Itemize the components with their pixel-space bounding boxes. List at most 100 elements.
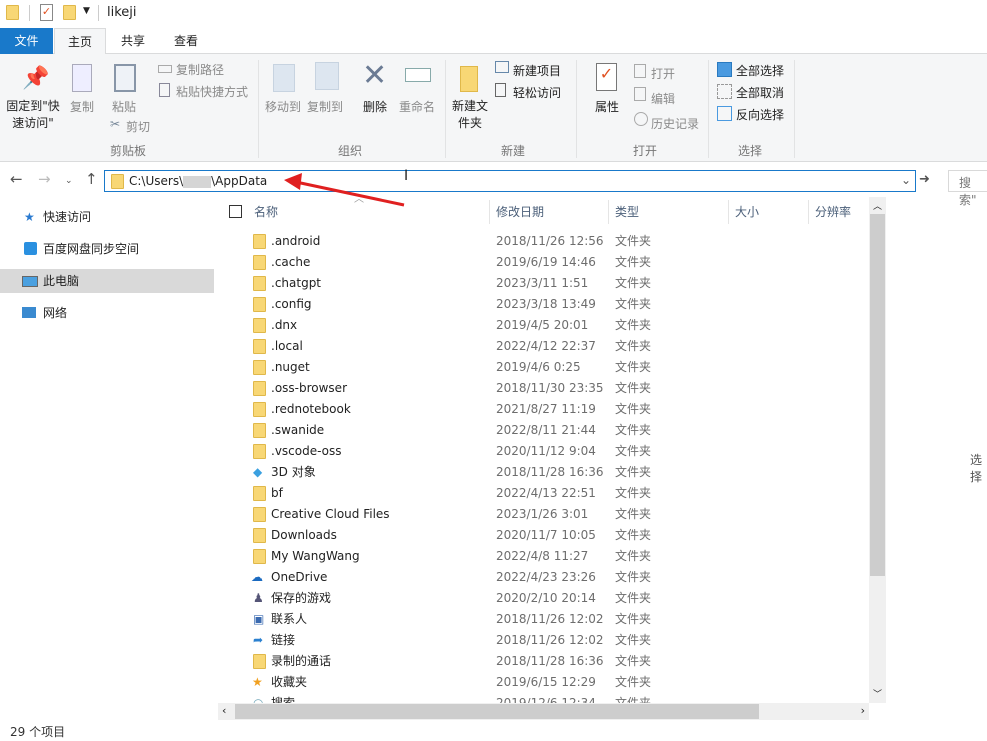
folder-icon	[253, 399, 269, 420]
scroll-left-button[interactable]: ‹	[222, 704, 226, 717]
scroll-up-button[interactable]: ︿	[873, 199, 882, 212]
paste-button[interactable]: 粘贴	[112, 98, 136, 115]
qat-dropdown-icon[interactable]: ▼	[83, 6, 90, 16]
link-icon: ➦	[253, 633, 264, 647]
file-type: 文件夹	[615, 402, 652, 416]
properties-qat-icon[interactable]: ✓	[40, 4, 53, 21]
horizontal-scrollbar[interactable]: ‹ ›	[218, 703, 869, 720]
file-type: 文件夹	[615, 318, 652, 332]
column-header-type[interactable]: 类型	[609, 200, 729, 224]
folder-icon	[253, 378, 269, 399]
cut-button[interactable]: 剪切	[126, 118, 150, 135]
sidebar-item-network[interactable]: 网络	[0, 301, 214, 325]
file-row[interactable]: 录制的通话 2018/11/28 16:36 文件夹	[218, 651, 869, 672]
horizontal-scroll-thumb[interactable]	[235, 704, 759, 719]
select-all-button[interactable]: 全部选择	[736, 62, 784, 79]
vertical-scroll-thumb[interactable]	[870, 214, 885, 576]
scroll-down-button[interactable]: ﹀	[873, 687, 882, 700]
baidu-netdisk-icon	[24, 242, 37, 255]
sidebar-item-this-pc[interactable]: 此电脑	[0, 269, 214, 293]
file-row[interactable]: .swanide 2022/8/11 21:44 文件夹	[218, 420, 869, 441]
file-name: OneDrive	[271, 570, 328, 584]
select-none-button[interactable]: 全部取消	[736, 84, 784, 101]
address-bar[interactable]: C:\Users\ \AppData ⌄	[104, 170, 916, 192]
delete-button[interactable]: 删除	[363, 98, 387, 115]
properties-icon: ✓	[596, 63, 617, 91]
file-row[interactable]: .rednotebook 2021/8/27 11:19 文件夹	[218, 399, 869, 420]
file-row[interactable]: .chatgpt 2023/3/11 1:51 文件夹	[218, 273, 869, 294]
pin-quick-access-button[interactable]: 固定到"快速访问"	[4, 98, 62, 132]
copy-button[interactable]: 复制	[70, 98, 94, 115]
file-row[interactable]: My WangWang 2022/4/8 11:27 文件夹	[218, 546, 869, 567]
file-row[interactable]: .config 2023/3/18 13:49 文件夹	[218, 294, 869, 315]
file-row[interactable]: .nuget 2019/4/6 0:25 文件夹	[218, 357, 869, 378]
search-input[interactable]: 搜索"	[948, 170, 987, 207]
up-button[interactable]: ↑	[85, 170, 98, 188]
file-row[interactable]: ◆ 3D 对象 2018/11/28 16:36 文件夹	[218, 462, 869, 483]
invert-selection-button[interactable]: 反向选择	[736, 106, 784, 123]
move-to-button[interactable]: 移动到	[265, 98, 301, 115]
copy-path-button[interactable]: 复制路径	[176, 61, 224, 78]
file-type: 文件夹	[615, 381, 652, 395]
rename-button[interactable]: 重命名	[399, 98, 435, 115]
column-header-date[interactable]: 修改日期	[490, 200, 609, 224]
file-row[interactable]: Downloads 2020/11/7 10:05 文件夹	[218, 525, 869, 546]
file-row[interactable]: .dnx 2019/4/5 20:01 文件夹	[218, 315, 869, 336]
column-header-name[interactable]: 名称	[248, 200, 490, 224]
file-row[interactable]: ➦ 链接 2018/11/26 12:02 文件夹	[218, 630, 869, 651]
file-row[interactable]: .cache 2019/6/19 14:46 文件夹	[218, 252, 869, 273]
file-row[interactable]: .local 2022/4/12 22:37 文件夹	[218, 336, 869, 357]
file-date: 2022/4/13 22:51	[496, 486, 596, 500]
copy-to-button[interactable]: 复制到	[307, 98, 343, 115]
address-path[interactable]: C:\Users\ \AppData	[129, 174, 267, 188]
file-row[interactable]: ♟ 保存的游戏 2020/2/10 20:14 文件夹	[218, 588, 869, 609]
file-type: 文件夹	[615, 276, 652, 290]
file-row[interactable]: .oss-browser 2018/11/30 23:35 文件夹	[218, 378, 869, 399]
file-type: 文件夹	[615, 297, 652, 311]
column-header-size[interactable]: 大小	[729, 200, 809, 224]
file-row[interactable]: .vscode-oss 2020/11/12 9:04 文件夹	[218, 441, 869, 462]
copy-path-icon	[158, 65, 172, 73]
pin-icon: 📌	[22, 66, 50, 91]
tab-home[interactable]: 主页	[54, 28, 106, 55]
sidebar-item-baidu-netdisk[interactable]: 百度网盘同步空间	[0, 237, 214, 261]
new-folder-button[interactable]: 新建文件夹	[452, 98, 488, 132]
history-button[interactable]: 历史记录	[651, 115, 699, 132]
file-row[interactable]: bf 2022/4/13 22:51 文件夹	[218, 483, 869, 504]
properties-button[interactable]: 属性	[595, 98, 619, 115]
edit-button[interactable]: 编辑	[651, 90, 675, 107]
file-name: .swanide	[271, 423, 325, 437]
address-dropdown-icon[interactable]: ⌄	[901, 173, 911, 187]
back-button[interactable]: ←	[10, 170, 23, 188]
file-name: .rednotebook	[271, 402, 351, 416]
file-row[interactable]: ☁ OneDrive 2022/4/23 23:26 文件夹	[218, 567, 869, 588]
file-row[interactable]: .android 2018/11/26 12:56 文件夹	[218, 231, 869, 252]
paste-shortcut-button[interactable]: 粘贴快捷方式	[176, 83, 248, 100]
file-date: 2018/11/26 12:02	[496, 612, 604, 626]
open-button[interactable]: 打开	[651, 65, 675, 82]
easy-access-button[interactable]: 轻松访问	[513, 84, 561, 101]
scroll-right-button[interactable]: ›	[861, 704, 865, 717]
file-name: My WangWang	[271, 549, 360, 563]
recent-locations-icon[interactable]: ⌄	[65, 176, 73, 186]
vertical-scrollbar[interactable]: ︿ ﹀	[869, 197, 886, 703]
file-date: 2023/3/11 1:51	[496, 276, 589, 290]
select-all-checkbox[interactable]	[229, 205, 242, 218]
forward-button[interactable]: →	[38, 170, 51, 188]
new-item-button[interactable]: 新建项目	[513, 62, 561, 79]
file-row[interactable]: Creative Cloud Files 2023/1/26 3:01 文件夹	[218, 504, 869, 525]
file-name: Creative Cloud Files	[271, 507, 390, 521]
tab-view[interactable]: 查看	[161, 28, 211, 54]
redacted-username	[183, 175, 212, 188]
new-folder-qat-icon[interactable]	[63, 5, 76, 20]
file-row[interactable]: ★ 收藏夹 2019/6/15 12:29 文件夹	[218, 672, 869, 693]
tab-share[interactable]: 共享	[108, 28, 158, 54]
file-row[interactable]: ▣ 联系人 2018/11/26 12:02 文件夹	[218, 609, 869, 630]
column-header-resolution[interactable]: 分辨率	[809, 200, 869, 224]
sidebar-item-quick-access[interactable]: ★ 快速访问	[0, 205, 214, 229]
file-row[interactable]: ○ 搜索 2019/12/6 12:34 文件夹	[218, 693, 869, 703]
tab-file[interactable]: 文件	[0, 28, 53, 54]
go-button[interactable]: ➜	[919, 172, 930, 187]
copy-to-icon	[315, 62, 339, 90]
file-type: 文件夹	[615, 255, 652, 269]
